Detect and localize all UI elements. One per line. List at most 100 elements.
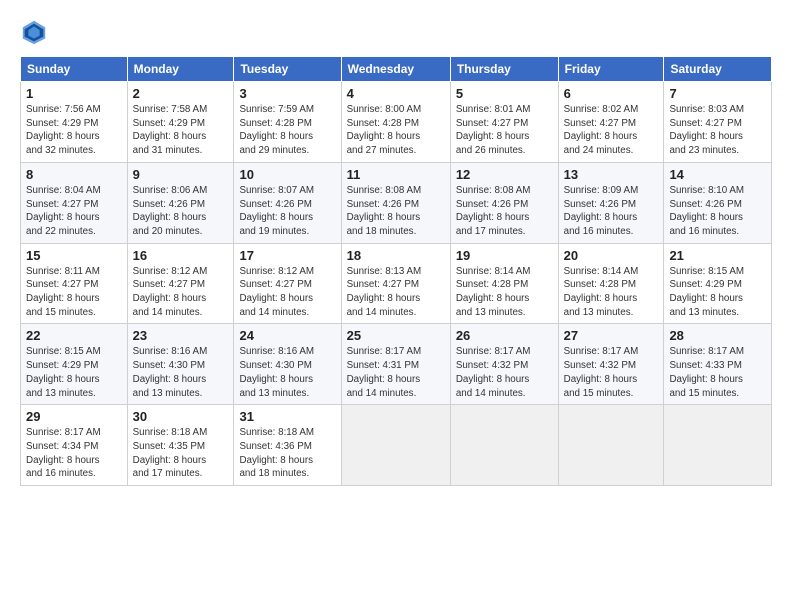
calendar-day-cell: 5 Sunrise: 8:01 AM Sunset: 4:27 PM Daylig… bbox=[450, 82, 558, 163]
day-info: Sunrise: 8:02 AM Sunset: 4:27 PM Dayligh… bbox=[564, 103, 659, 158]
calendar-day-cell: 15 Sunrise: 8:11 AM Sunset: 4:27 PM Dayli… bbox=[21, 243, 128, 324]
calendar-day-cell: 21 Sunrise: 8:15 AM Sunset: 4:29 PM Dayli… bbox=[664, 243, 772, 324]
day-number: 24 bbox=[239, 328, 335, 343]
calendar-day-cell: 19Sunrise: 8:14 AM Sunset: 4:28 PM Dayli… bbox=[450, 243, 558, 324]
calendar-week-row: 15 Sunrise: 8:11 AM Sunset: 4:27 PM Dayli… bbox=[21, 243, 772, 324]
day-number: 10 bbox=[239, 167, 335, 182]
day-info: Sunrise: 8:06 AM Sunset: 4:26 PM Dayligh… bbox=[133, 184, 229, 239]
day-info: Sunrise: 8:17 AM Sunset: 4:32 PM Dayligh… bbox=[564, 345, 659, 400]
calendar-day-cell: 18Sunrise: 8:13 AM Sunset: 4:27 PM Dayli… bbox=[341, 243, 450, 324]
day-number: 16 bbox=[133, 248, 229, 263]
day-info: Sunrise: 8:00 AM Sunset: 4:28 PM Dayligh… bbox=[347, 103, 445, 158]
calendar-day-cell: 9Sunrise: 8:06 AM Sunset: 4:26 PM Daylig… bbox=[127, 162, 234, 243]
calendar-day-cell bbox=[341, 405, 450, 486]
calendar-day-cell: 14Sunrise: 8:10 AM Sunset: 4:26 PM Dayli… bbox=[664, 162, 772, 243]
calendar-day-cell: 22 Sunrise: 8:15 AM Sunset: 4:29 PM Dayli… bbox=[21, 324, 128, 405]
day-info: Sunrise: 8:08 AM Sunset: 4:26 PM Dayligh… bbox=[347, 184, 445, 239]
day-number: 15 bbox=[26, 248, 122, 263]
calendar-day-cell bbox=[450, 405, 558, 486]
calendar-table: SundayMondayTuesdayWednesdayThursdayFrid… bbox=[20, 56, 772, 486]
day-info: Sunrise: 8:14 AM Sunset: 4:28 PM Dayligh… bbox=[564, 265, 659, 320]
day-info: Sunrise: 8:17 AM Sunset: 4:34 PM Dayligh… bbox=[26, 426, 122, 481]
calendar-day-cell: 30Sunrise: 8:18 AM Sunset: 4:35 PM Dayli… bbox=[127, 405, 234, 486]
calendar-day-cell: 6 Sunrise: 8:02 AM Sunset: 4:27 PM Daylig… bbox=[558, 82, 664, 163]
calendar-body: 1 Sunrise: 7:56 AM Sunset: 4:29 PM Daylig… bbox=[21, 82, 772, 486]
day-info: Sunrise: 8:18 AM Sunset: 4:36 PM Dayligh… bbox=[239, 426, 335, 481]
day-number: 1 bbox=[26, 86, 122, 101]
calendar-day-cell: 26 Sunrise: 8:17 AM Sunset: 4:32 PM Dayli… bbox=[450, 324, 558, 405]
day-info: Sunrise: 8:12 AM Sunset: 4:27 PM Dayligh… bbox=[133, 265, 229, 320]
day-info: Sunrise: 8:12 AM Sunset: 4:27 PM Dayligh… bbox=[239, 265, 335, 320]
day-info: Sunrise: 8:11 AM Sunset: 4:27 PM Dayligh… bbox=[26, 265, 122, 320]
calendar-week-row: 8 Sunrise: 8:04 AM Sunset: 4:27 PM Daylig… bbox=[21, 162, 772, 243]
day-info: Sunrise: 8:15 AM Sunset: 4:29 PM Dayligh… bbox=[26, 345, 122, 400]
calendar-day-cell: 17 Sunrise: 8:12 AM Sunset: 4:27 PM Dayli… bbox=[234, 243, 341, 324]
calendar-day-cell: 29Sunrise: 8:17 AM Sunset: 4:34 PM Dayli… bbox=[21, 405, 128, 486]
weekday-header: Monday bbox=[127, 57, 234, 82]
day-number: 18 bbox=[347, 248, 445, 263]
logo-icon bbox=[20, 18, 48, 46]
day-number: 22 bbox=[26, 328, 122, 343]
day-number: 27 bbox=[564, 328, 659, 343]
day-info: Sunrise: 8:18 AM Sunset: 4:35 PM Dayligh… bbox=[133, 426, 229, 481]
calendar-week-row: 29Sunrise: 8:17 AM Sunset: 4:34 PM Dayli… bbox=[21, 405, 772, 486]
calendar-day-cell: 1 Sunrise: 7:56 AM Sunset: 4:29 PM Daylig… bbox=[21, 82, 128, 163]
day-number: 6 bbox=[564, 86, 659, 101]
weekday-header: Wednesday bbox=[341, 57, 450, 82]
day-number: 25 bbox=[347, 328, 445, 343]
day-info: Sunrise: 7:59 AM Sunset: 4:28 PM Dayligh… bbox=[239, 103, 335, 158]
calendar-day-cell: 10Sunrise: 8:07 AM Sunset: 4:26 PM Dayli… bbox=[234, 162, 341, 243]
weekday-header: Friday bbox=[558, 57, 664, 82]
weekday-header: Sunday bbox=[21, 57, 128, 82]
day-info: Sunrise: 8:16 AM Sunset: 4:30 PM Dayligh… bbox=[133, 345, 229, 400]
calendar-day-cell: 20 Sunrise: 8:14 AM Sunset: 4:28 PM Dayli… bbox=[558, 243, 664, 324]
calendar-day-cell: 2 Sunrise: 7:58 AM Sunset: 4:29 PM Daylig… bbox=[127, 82, 234, 163]
day-number: 5 bbox=[456, 86, 553, 101]
day-number: 23 bbox=[133, 328, 229, 343]
calendar-day-cell: 3Sunrise: 7:59 AM Sunset: 4:28 PM Daylig… bbox=[234, 82, 341, 163]
day-info: Sunrise: 8:01 AM Sunset: 4:27 PM Dayligh… bbox=[456, 103, 553, 158]
day-info: Sunrise: 8:17 AM Sunset: 4:33 PM Dayligh… bbox=[669, 345, 766, 400]
calendar-day-cell: 13Sunrise: 8:09 AM Sunset: 4:26 PM Dayli… bbox=[558, 162, 664, 243]
calendar-day-cell: 8 Sunrise: 8:04 AM Sunset: 4:27 PM Daylig… bbox=[21, 162, 128, 243]
calendar-day-cell: 24Sunrise: 8:16 AM Sunset: 4:30 PM Dayli… bbox=[234, 324, 341, 405]
calendar-week-row: 1 Sunrise: 7:56 AM Sunset: 4:29 PM Daylig… bbox=[21, 82, 772, 163]
day-number: 28 bbox=[669, 328, 766, 343]
day-info: Sunrise: 8:14 AM Sunset: 4:28 PM Dayligh… bbox=[456, 265, 553, 320]
day-number: 17 bbox=[239, 248, 335, 263]
header bbox=[20, 18, 772, 46]
day-number: 26 bbox=[456, 328, 553, 343]
day-number: 21 bbox=[669, 248, 766, 263]
calendar-day-cell: 12Sunrise: 8:08 AM Sunset: 4:26 PM Dayli… bbox=[450, 162, 558, 243]
calendar-day-cell bbox=[664, 405, 772, 486]
day-number: 2 bbox=[133, 86, 229, 101]
day-number: 7 bbox=[669, 86, 766, 101]
weekday-header: Thursday bbox=[450, 57, 558, 82]
day-info: Sunrise: 8:15 AM Sunset: 4:29 PM Dayligh… bbox=[669, 265, 766, 320]
calendar-day-cell bbox=[558, 405, 664, 486]
calendar-day-cell: 31 Sunrise: 8:18 AM Sunset: 4:36 PM Dayli… bbox=[234, 405, 341, 486]
day-info: Sunrise: 7:58 AM Sunset: 4:29 PM Dayligh… bbox=[133, 103, 229, 158]
day-info: Sunrise: 8:17 AM Sunset: 4:31 PM Dayligh… bbox=[347, 345, 445, 400]
calendar-day-cell: 27 Sunrise: 8:17 AM Sunset: 4:32 PM Dayli… bbox=[558, 324, 664, 405]
weekday-header-row: SundayMondayTuesdayWednesdayThursdayFrid… bbox=[21, 57, 772, 82]
day-number: 13 bbox=[564, 167, 659, 182]
day-number: 11 bbox=[347, 167, 445, 182]
day-info: Sunrise: 8:17 AM Sunset: 4:32 PM Dayligh… bbox=[456, 345, 553, 400]
weekday-header: Tuesday bbox=[234, 57, 341, 82]
day-number: 14 bbox=[669, 167, 766, 182]
day-info: Sunrise: 7:56 AM Sunset: 4:29 PM Dayligh… bbox=[26, 103, 122, 158]
page: SundayMondayTuesdayWednesdayThursdayFrid… bbox=[0, 0, 792, 496]
day-info: Sunrise: 8:08 AM Sunset: 4:26 PM Dayligh… bbox=[456, 184, 553, 239]
day-info: Sunrise: 8:03 AM Sunset: 4:27 PM Dayligh… bbox=[669, 103, 766, 158]
calendar-day-cell: 28 Sunrise: 8:17 AM Sunset: 4:33 PM Dayli… bbox=[664, 324, 772, 405]
day-info: Sunrise: 8:04 AM Sunset: 4:27 PM Dayligh… bbox=[26, 184, 122, 239]
day-number: 20 bbox=[564, 248, 659, 263]
day-number: 8 bbox=[26, 167, 122, 182]
calendar-day-cell: 23 Sunrise: 8:16 AM Sunset: 4:30 PM Dayli… bbox=[127, 324, 234, 405]
weekday-header: Saturday bbox=[664, 57, 772, 82]
calendar-week-row: 22 Sunrise: 8:15 AM Sunset: 4:29 PM Dayli… bbox=[21, 324, 772, 405]
calendar-day-cell: 25 Sunrise: 8:17 AM Sunset: 4:31 PM Dayli… bbox=[341, 324, 450, 405]
logo bbox=[20, 18, 52, 46]
day-number: 31 bbox=[239, 409, 335, 424]
